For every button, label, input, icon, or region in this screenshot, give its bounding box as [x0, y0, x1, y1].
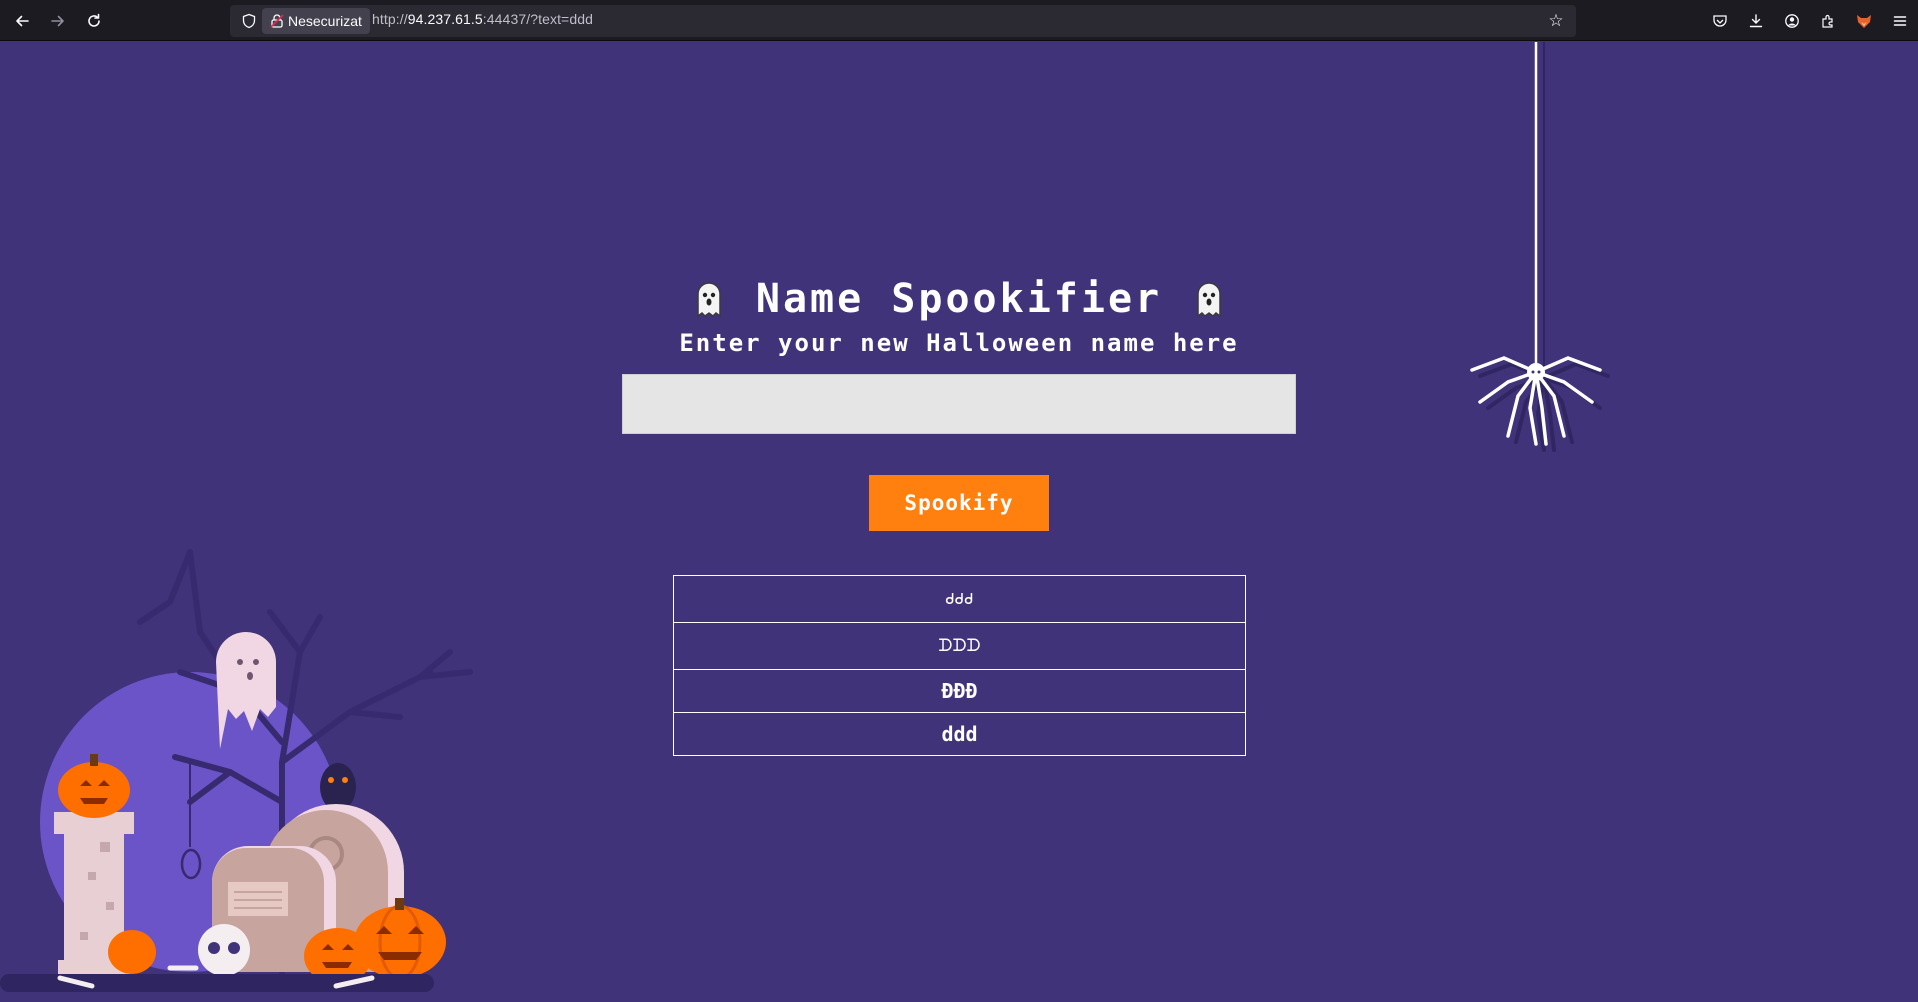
url-host: 94.237.61.5	[407, 11, 483, 27]
pocket-icon[interactable]	[1702, 7, 1738, 35]
downloads-icon[interactable]	[1738, 7, 1774, 35]
page-content: Name Spookifier Enter your new Halloween…	[0, 42, 1918, 998]
url-text[interactable]: http://94.237.61.5:44437/?text=ddd	[372, 11, 593, 27]
graveyard-illustration	[0, 549, 473, 992]
extensions-icon[interactable]	[1810, 7, 1846, 35]
page-subtitle: Enter your new Halloween name here	[679, 329, 1239, 357]
connection-status-badge[interactable]: Nesecurizat	[262, 8, 370, 34]
menu-icon[interactable]	[1882, 7, 1918, 35]
title-row: Name Spookifier	[0, 276, 1918, 322]
url-rest: :44437/?text=ddd	[482, 11, 593, 27]
connection-label: Nesecurizat	[288, 13, 362, 29]
table-row: ÐÐÐ	[673, 669, 1246, 713]
account-icon[interactable]	[1774, 7, 1810, 35]
table-row: ᑯᑯᑯ	[673, 575, 1246, 623]
reload-icon[interactable]	[80, 8, 108, 34]
fox-extension-icon[interactable]	[1846, 7, 1882, 35]
spookify-button[interactable]: Spookify	[869, 475, 1049, 531]
bookmark-star-icon[interactable]: ☆	[1544, 9, 1568, 33]
back-icon[interactable]	[8, 8, 36, 34]
page-title: Name Spookifier	[755, 276, 1163, 322]
table-row: ddd	[673, 712, 1246, 756]
toolbar-right-icons	[1702, 0, 1918, 41]
result-cell: ÐÐÐ	[673, 669, 1246, 713]
result-cell: ᗪᗪᗪ	[673, 622, 1246, 670]
insecure-lock-icon	[269, 13, 285, 29]
forward-icon[interactable]	[44, 8, 72, 34]
ghost-right-icon	[1197, 282, 1221, 318]
url-bar[interactable]: Nesecurizat http://94.237.61.5:44437/?te…	[230, 5, 1576, 37]
result-cell: ᑯᑯᑯ	[673, 575, 1246, 623]
result-cell: ddd	[673, 712, 1246, 756]
table-row: ᗪᗪᗪ	[673, 622, 1246, 670]
url-prefix: http://	[372, 11, 408, 27]
browser-toolbar: Nesecurizat http://94.237.61.5:44437/?te…	[0, 0, 1918, 41]
spider-decoration-icon	[1470, 42, 1610, 452]
ghost-left-icon	[697, 282, 721, 318]
results-table: ᑯᑯᑯ ᗪᗪᗪ ÐÐÐ ddd	[673, 575, 1246, 756]
name-input[interactable]	[622, 374, 1296, 434]
tracking-protection-icon[interactable]	[238, 10, 260, 32]
